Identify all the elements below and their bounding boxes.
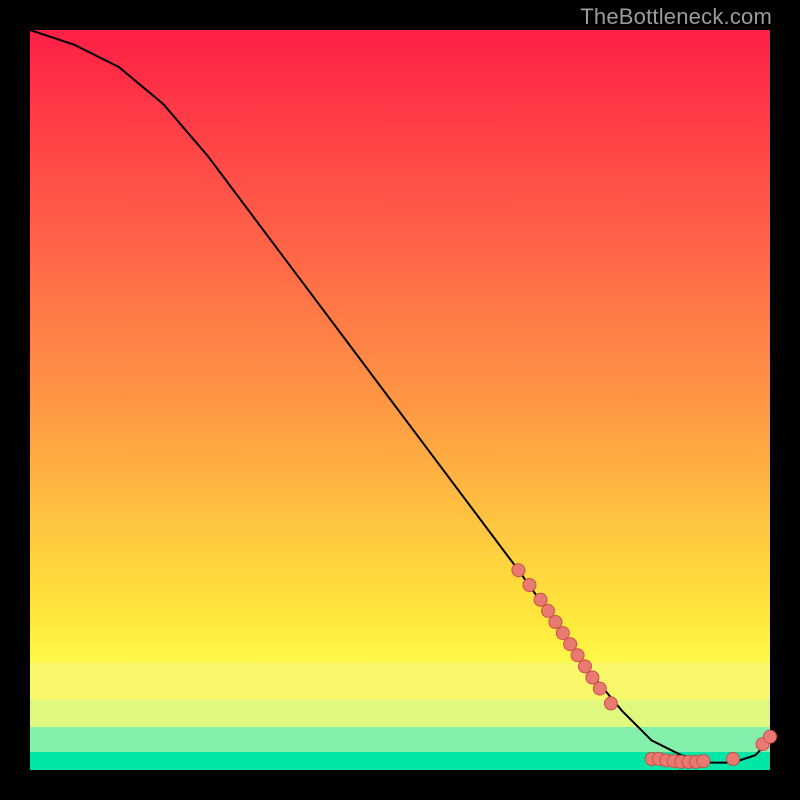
data-point: [604, 697, 617, 710]
data-point: [571, 649, 584, 662]
data-point: [523, 579, 536, 592]
data-point: [593, 682, 606, 695]
data-point: [727, 752, 740, 765]
data-point: [556, 627, 569, 640]
data-point: [542, 604, 555, 617]
data-point: [586, 671, 599, 684]
data-point: [549, 616, 562, 629]
data-point: [512, 564, 525, 577]
data-point: [764, 730, 777, 743]
chart-svg: [30, 30, 770, 770]
watermark-text: TheBottleneck.com: [580, 4, 772, 30]
data-point: [534, 593, 547, 606]
data-point: [697, 755, 710, 768]
data-points-group: [512, 564, 777, 769]
bottleneck-curve-path: [30, 30, 770, 763]
data-point: [564, 638, 577, 651]
chart-frame: { "watermark": "TheBottleneck.com", "col…: [0, 0, 800, 800]
data-point: [579, 660, 592, 673]
